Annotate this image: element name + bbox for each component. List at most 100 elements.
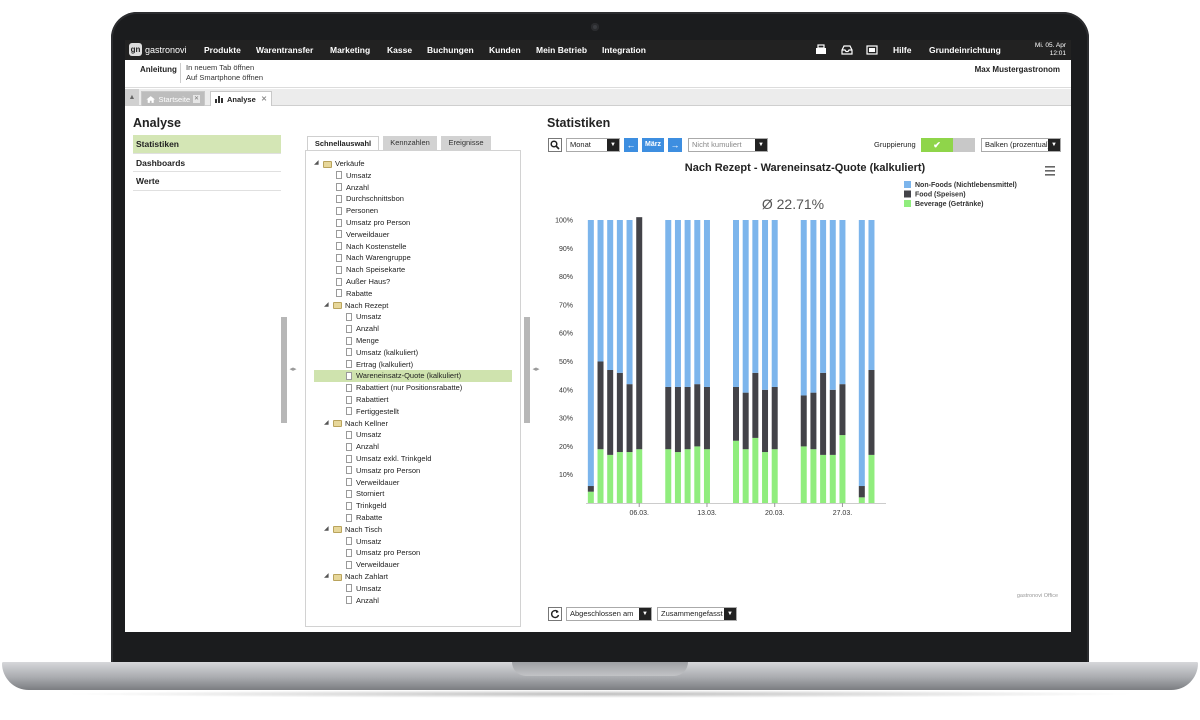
user-name[interactable]: Max Mustergastronom: [975, 65, 1060, 74]
bar-segment[interactable]: [616, 452, 623, 503]
tree-item[interactable]: Storniert: [314, 488, 512, 500]
bar-segment[interactable]: [800, 446, 807, 503]
period-select[interactable]: Monat ▼: [566, 138, 620, 152]
bar-segment[interactable]: [674, 452, 681, 503]
logo[interactable]: gn gastronovi: [129, 43, 187, 56]
store-icon[interactable]: [815, 44, 827, 55]
bar-segment[interactable]: [597, 361, 604, 450]
nav-hilfe[interactable]: Hilfe: [893, 45, 911, 55]
tree-item[interactable]: Anzahl: [314, 182, 512, 194]
bar-segment[interactable]: [597, 449, 604, 503]
expand-toggle-icon[interactable]: ◢: [324, 571, 332, 583]
nav-kunden[interactable]: Kunden: [489, 45, 521, 55]
tree-folder[interactable]: ◢ Nach Kellner: [314, 418, 512, 430]
tree-item[interactable]: Nach Warengruppe: [314, 252, 512, 264]
bar-segment[interactable]: [839, 435, 846, 503]
month-button[interactable]: März: [642, 138, 664, 152]
bar-segment[interactable]: [810, 449, 817, 503]
bar-segment[interactable]: [858, 486, 865, 498]
bar-segment[interactable]: [752, 437, 759, 503]
bar-segment[interactable]: [868, 369, 875, 455]
bar-segment[interactable]: [597, 220, 604, 362]
bar-segment[interactable]: [810, 220, 817, 393]
cumulative-select[interactable]: Nicht kumuliert ▼: [688, 138, 768, 152]
expand-toggle-icon[interactable]: ◢: [314, 158, 322, 170]
tree-item[interactable]: Verweildauer: [314, 229, 512, 241]
bar-segment[interactable]: [703, 220, 710, 387]
prev-month-button[interactable]: ←: [624, 138, 638, 152]
bar-segment[interactable]: [626, 384, 633, 453]
bar-segment[interactable]: [616, 372, 623, 453]
bar-segment[interactable]: [703, 386, 710, 450]
nav-buchungen[interactable]: Buchungen: [427, 45, 474, 55]
bar-segment[interactable]: [694, 220, 701, 385]
tree-item[interactable]: Personen: [314, 205, 512, 217]
nav-mein-betrieb[interactable]: Mein Betrieb: [536, 45, 587, 55]
bar-segment[interactable]: [587, 220, 594, 487]
tree-item[interactable]: Nach Speisekarte: [314, 264, 512, 276]
next-month-button[interactable]: →: [668, 138, 682, 152]
tree-item[interactable]: Umsatz pro Person: [314, 465, 512, 477]
tree-item[interactable]: Außer Haus?: [314, 276, 512, 288]
bar-segment[interactable]: [858, 220, 865, 487]
tree-item[interactable]: Umsatz: [314, 583, 512, 595]
menu-item-dashboards[interactable]: Dashboards: [133, 154, 281, 172]
legend-item[interactable]: Beverage (Getränke): [915, 201, 983, 208]
tree-item[interactable]: Rabattiert (nur Positionsrabatte): [314, 382, 512, 394]
tab-kennzahlen[interactable]: Kennzahlen: [383, 136, 437, 150]
nav-marketing[interactable]: Marketing: [330, 45, 370, 55]
bar-segment[interactable]: [829, 389, 836, 455]
menu-item-werte[interactable]: Werte: [133, 172, 281, 191]
bar-segment[interactable]: [800, 395, 807, 447]
tree-folder[interactable]: ◢ Nach Zahlart: [314, 571, 512, 583]
tree-item[interactable]: Umsatz: [314, 429, 512, 441]
bar-segment[interactable]: [694, 384, 701, 447]
bar-segment[interactable]: [733, 440, 739, 503]
bar-segment[interactable]: [684, 449, 691, 503]
bar-segment[interactable]: [742, 220, 749, 393]
menu-icon[interactable]: [1045, 166, 1055, 176]
tree-item[interactable]: Umsatz pro Person: [314, 547, 512, 559]
tree-folder[interactable]: ◢ Nach Rezept: [314, 300, 512, 312]
resize-handle-icon[interactable]: ◂▸: [531, 360, 541, 380]
tree-item[interactable]: Verweildauer: [314, 477, 512, 489]
bar-segment[interactable]: [626, 220, 633, 385]
bar-segment[interactable]: [665, 449, 672, 503]
bar-segment[interactable]: [665, 386, 672, 450]
bar-segment[interactable]: [607, 369, 614, 455]
tree-item[interactable]: Fertiggestellt: [314, 406, 512, 418]
nav-integration[interactable]: Integration: [602, 45, 646, 55]
expand-toggle-icon[interactable]: ◢: [324, 300, 332, 312]
splitter-left[interactable]: [281, 317, 287, 423]
bar-segment[interactable]: [636, 449, 643, 503]
bar-segment[interactable]: [616, 220, 623, 373]
legend-item[interactable]: Non-Foods (Nichtlebensmittel): [915, 182, 1017, 189]
bar-segment[interactable]: [626, 452, 633, 503]
bar-segment[interactable]: [607, 454, 614, 503]
tree-item[interactable]: Anzahl: [314, 595, 512, 607]
bar-segment[interactable]: [820, 372, 827, 455]
legend-item[interactable]: Food (Speisen): [915, 192, 966, 199]
bar-segment[interactable]: [607, 220, 614, 370]
tab-ereignisse[interactable]: Ereignisse: [441, 136, 491, 150]
tree-item[interactable]: Umsatz (kalkuliert): [314, 347, 512, 359]
bar-segment[interactable]: [733, 386, 739, 441]
bar-segment[interactable]: [752, 372, 759, 438]
tree-item[interactable]: Umsatz exkl. Trinkgeld: [314, 453, 512, 465]
date-basis-select[interactable]: Abgeschlossen am ▼: [566, 607, 652, 621]
chart-mode-select[interactable]: Balken (prozentual) ▼: [981, 138, 1061, 152]
resize-handle-icon[interactable]: ◂▸: [288, 360, 298, 380]
bar-segment[interactable]: [742, 392, 749, 450]
bar-segment[interactable]: [762, 452, 769, 503]
bar-segment[interactable]: [858, 497, 865, 503]
gallery-icon[interactable]: [866, 44, 878, 55]
search-button[interactable]: [548, 138, 562, 152]
tree-item[interactable]: Anzahl: [314, 323, 512, 335]
tree-item[interactable]: Umsatz: [314, 170, 512, 182]
bar-segment[interactable]: [742, 449, 749, 503]
tree-folder[interactable]: ◢ Verkäufe: [314, 158, 512, 170]
tree-folder[interactable]: ◢ Nach Tisch: [314, 524, 512, 536]
tree-item[interactable]: Rabatte: [314, 512, 512, 524]
bar-segment[interactable]: [829, 454, 836, 503]
tree-item[interactable]: Rabattiert: [314, 394, 512, 406]
